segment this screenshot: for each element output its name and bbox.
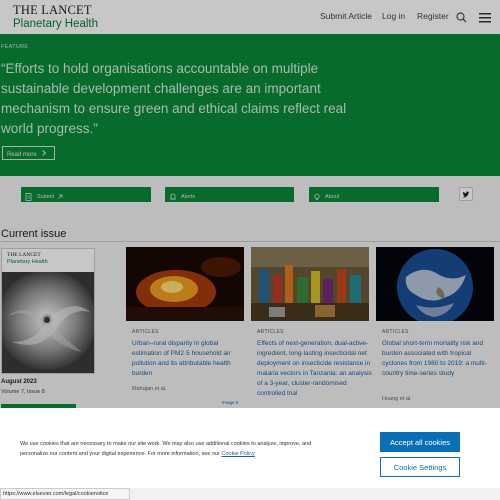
card-3-title[interactable]: Global short-term mortality risk and bur… bbox=[382, 339, 498, 379]
issue-cover[interactable]: THE LANCET Planetary Health bbox=[1, 248, 95, 374]
site-header: THE LANCET Planetary Health Submit Artic… bbox=[0, 0, 500, 34]
card-2-title[interactable]: Effects of next-generation, dual-active-… bbox=[257, 339, 373, 399]
card-2-image[interactable] bbox=[251, 247, 369, 321]
nav-log-in[interactable]: Log in bbox=[382, 11, 405, 21]
section-divider bbox=[1, 241, 500, 242]
card-1-image[interactable] bbox=[126, 247, 244, 321]
issue-volume[interactable]: Volume 7, Issue 8 bbox=[1, 389, 45, 395]
about-button[interactable]: About bbox=[309, 187, 439, 202]
cookie-settings-button[interactable]: Cookie Settings bbox=[380, 457, 460, 477]
cookie-body-text: We use cookies that are necessary to mak… bbox=[20, 441, 312, 457]
alerts-button[interactable]: Alerts bbox=[165, 187, 294, 202]
submit-icon bbox=[25, 192, 32, 201]
cover-logo-line-1: THE LANCET bbox=[7, 252, 41, 258]
card-3-author: Huang et al. bbox=[382, 396, 412, 402]
card-1-title[interactable]: Urban–rural disparity in global estimati… bbox=[132, 339, 248, 379]
logo-line-2: Planetary Health bbox=[13, 17, 99, 30]
card-3-image[interactable] bbox=[376, 247, 494, 321]
cookie-policy-link[interactable]: Cookie Policy bbox=[221, 451, 254, 457]
card-3-label: ARTICLES bbox=[382, 329, 409, 335]
alerts-label: Alerts bbox=[181, 193, 196, 200]
external-link-icon bbox=[58, 194, 63, 199]
cover-logo-line-2: Planetary Health bbox=[7, 259, 48, 265]
cookie-text: We use cookies that are necessary to mak… bbox=[20, 439, 320, 459]
nav-register[interactable]: Register bbox=[417, 11, 449, 21]
logo-line-1: THE LANCET bbox=[13, 3, 92, 17]
feature-banner: FEATURE “Efforts to hold organisations a… bbox=[0, 34, 500, 176]
submit-button[interactable]: Submit bbox=[21, 187, 151, 202]
issue-date: August 2023 bbox=[1, 379, 37, 385]
feature-tag: FEATURE bbox=[1, 44, 29, 50]
feature-quote: “Efforts to hold organisations accountab… bbox=[1, 61, 347, 136]
menu-icon[interactable] bbox=[479, 10, 491, 28]
twitter-icon bbox=[462, 191, 470, 198]
status-bar-url: https://www.elsevier.com/legal/cookienot… bbox=[0, 488, 130, 500]
chevron-right-icon bbox=[42, 150, 47, 156]
bell-icon bbox=[170, 193, 176, 199]
cookie-banner: We use cookies that are necessary to mak… bbox=[0, 408, 500, 488]
read-more-label: Read more bbox=[7, 152, 37, 158]
accept-all-cookies-button[interactable]: Accept all cookies bbox=[380, 432, 460, 452]
site-logo[interactable]: THE LANCET Planetary Health bbox=[13, 4, 98, 30]
card-2-label: ARTICLES bbox=[257, 329, 284, 335]
read-more-button[interactable]: Read more bbox=[2, 146, 55, 160]
submit-label: Submit bbox=[37, 193, 55, 200]
search-icon[interactable] bbox=[456, 10, 467, 28]
card-1-tag: Image 0 bbox=[222, 400, 239, 405]
current-issue-heading: Current issue bbox=[1, 228, 67, 240]
about-label: About bbox=[325, 193, 340, 200]
nav-submit-article[interactable]: Submit Article bbox=[320, 11, 372, 21]
twitter-button[interactable] bbox=[459, 187, 473, 201]
cyclone-cover-image bbox=[2, 272, 94, 373]
card-1-label: ARTICLES bbox=[132, 329, 159, 335]
bulb-icon bbox=[314, 193, 320, 200]
card-1-author: Mahajan et al. bbox=[132, 386, 167, 392]
